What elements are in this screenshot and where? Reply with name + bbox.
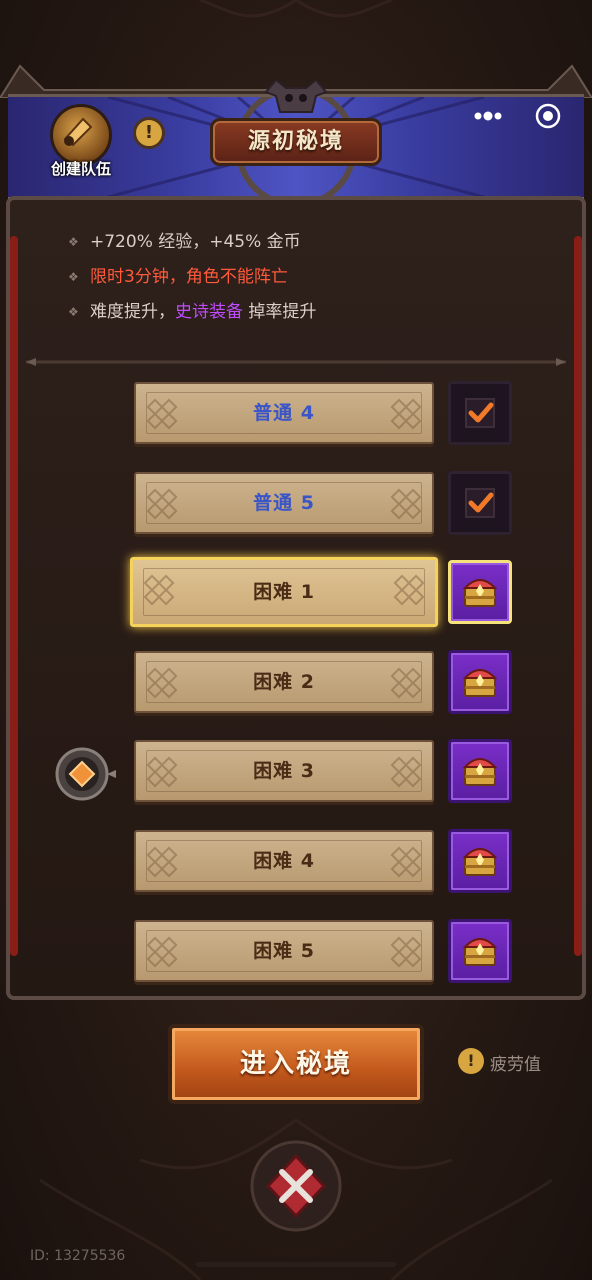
level-row-2[interactable]: 普通 5 (134, 471, 434, 534)
level-label: 困难 4 (253, 850, 315, 872)
enter-dungeon-button[interactable]: 进入秘境 (168, 1024, 424, 1104)
info-line-3: ❖ 难度提升，史诗装备 掉率提升 (68, 298, 548, 333)
create-team-label: 创建队伍 (50, 160, 111, 178)
level-label: 困难 3 (253, 760, 315, 783)
level-row-4[interactable]: 困难 2 (134, 650, 434, 713)
page-title: 源初秘境 (247, 129, 344, 154)
completed-check-icon[interactable] (448, 381, 512, 445)
create-team-button[interactable]: 创建队伍 (40, 104, 122, 182)
close-icon[interactable] (248, 1138, 344, 1234)
user-id: ID: 13275536 (30, 1248, 126, 1264)
horn-icon (50, 104, 112, 166)
level-row-1[interactable]: 普通 4 (134, 382, 434, 444)
info-icon[interactable]: ! (133, 117, 165, 149)
level-row-5[interactable]: 困难 3 (134, 740, 434, 803)
panel-border-right (574, 236, 582, 956)
level-row-6[interactable]: 困难 4 (134, 830, 434, 892)
reward-chest-icon[interactable] (448, 739, 512, 804)
level-row-3[interactable]: 困难 1 (130, 557, 438, 628)
fatigue-label[interactable]: 疲劳值 (490, 1050, 541, 1075)
more-icon[interactable] (458, 96, 518, 136)
level-label: 困难 1 (253, 581, 315, 604)
diamond-icon: ❖ (68, 305, 79, 319)
home-indicator (196, 1262, 396, 1267)
title-plate: 源初秘境 (210, 118, 382, 166)
info-line-1: ❖ +720% 经验，+45% 金币 (68, 228, 548, 263)
reward-chest-icon[interactable] (448, 829, 512, 893)
current-level-marker (55, 747, 116, 801)
bonus-info: ❖ +720% 经验，+45% 金币 ❖ 限时3分钟，角色不能阵亡 ❖ 难度提升，史诗… (68, 228, 548, 333)
panel-border-left (10, 236, 18, 956)
diamond-icon: ❖ (68, 235, 79, 249)
reward-chest-icon[interactable] (448, 918, 512, 983)
divider (26, 358, 566, 366)
target-icon[interactable] (520, 96, 580, 136)
level-label: 困难 2 (253, 670, 315, 693)
fatigue-info-icon[interactable]: ! (458, 1048, 484, 1074)
level-label: 普通 4 (253, 402, 315, 424)
enter-dungeon-label: 进入秘境 (239, 1049, 352, 1079)
diamond-icon: ❖ (68, 270, 79, 284)
skull-icon (264, 78, 328, 113)
level-label: 困难 5 (253, 939, 315, 962)
reward-chest-icon[interactable] (448, 649, 512, 714)
level-row-7[interactable]: 困难 5 (134, 919, 434, 982)
reward-chest-icon[interactable] (448, 560, 512, 625)
level-label: 普通 5 (253, 491, 315, 514)
info-line-2: ❖ 限时3分钟，角色不能阵亡 (68, 263, 548, 298)
completed-check-icon[interactable] (448, 470, 512, 535)
epic-gear-highlight: 史诗装备 (175, 302, 243, 322)
